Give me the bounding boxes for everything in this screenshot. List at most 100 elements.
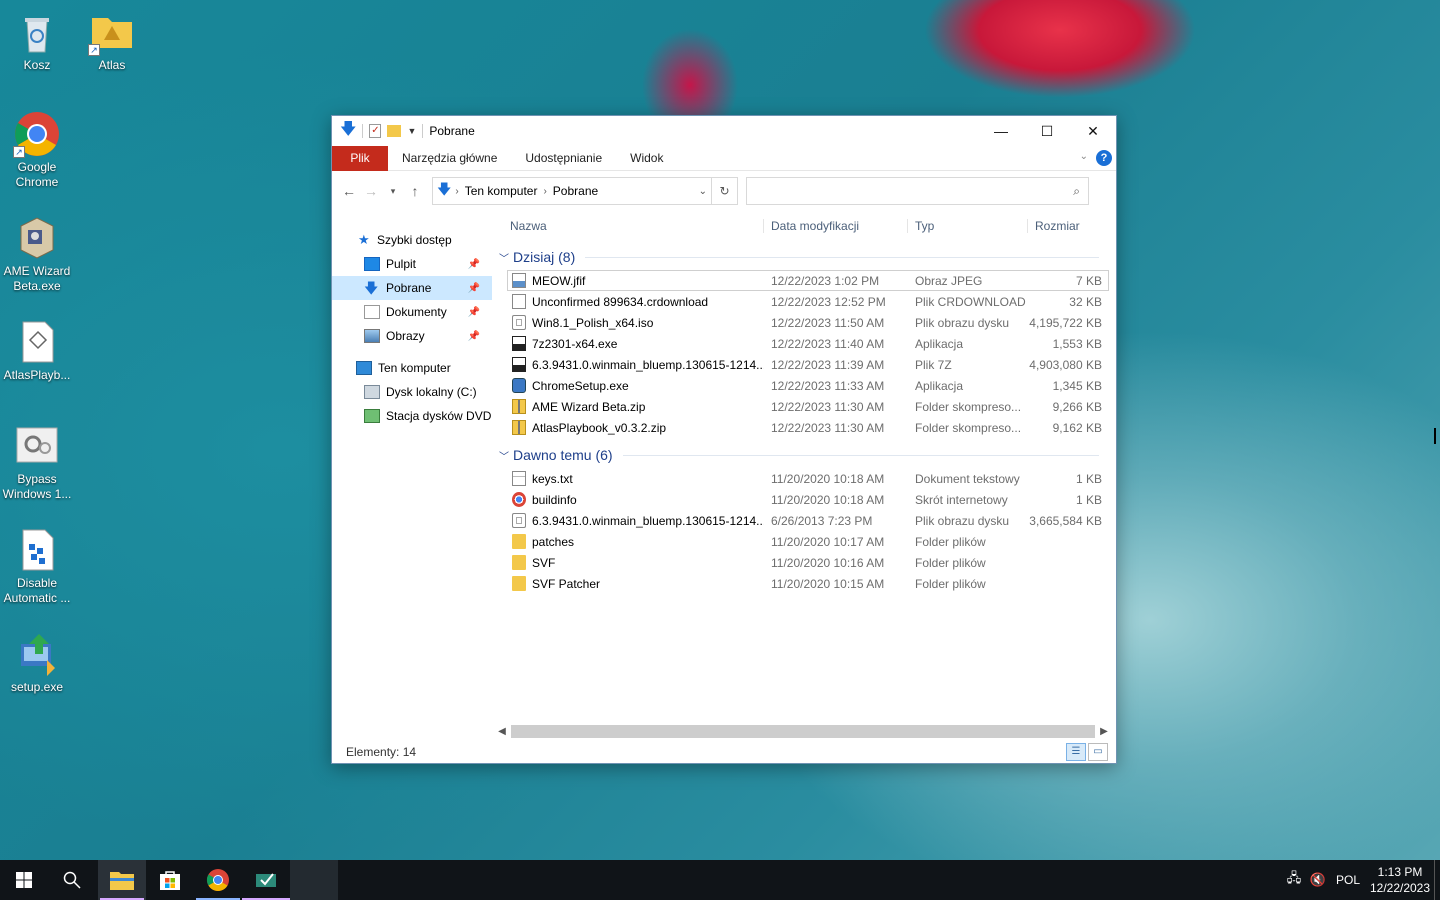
nav-item-desktop[interactable]: Pulpit 📌: [332, 252, 492, 276]
nav-item-local-disk[interactable]: Dysk lokalny (C:): [332, 380, 492, 404]
collapse-chevron-icon[interactable]: ﹀: [497, 448, 513, 463]
scrollbar-thumb[interactable]: [511, 725, 1095, 738]
file-date: 12/22/2023 11:50 AM: [771, 315, 885, 330]
pin-icon[interactable]: 📌: [468, 331, 480, 342]
forward-button[interactable]: →: [360, 183, 382, 199]
collapse-chevron-icon[interactable]: ﹀: [497, 250, 513, 265]
address-bar[interactable]: 🡇 › Ten komputer › Pobrane ⌄: [432, 177, 712, 205]
ame-wizard-icon: [13, 214, 61, 262]
file-row[interactable]: 7z2301-x64.exe 12/22/2023 11:40 AM Aplikac…: [507, 333, 1109, 354]
scroll-left-icon[interactable]: ◀: [497, 726, 507, 737]
column-header-name[interactable]: Nazwa: [497, 219, 763, 233]
nav-quick-access[interactable]: ★ Szybki dostęp: [332, 228, 492, 252]
properties-icon[interactable]: ✓: [369, 124, 382, 138]
file-row[interactable]: 6.3.9431.0.winmain_bluemp.130615-1214...…: [507, 510, 1109, 531]
close-button[interactable]: ✕: [1070, 116, 1116, 146]
tab-share[interactable]: Udostępnianie: [511, 146, 616, 171]
file-date: 12/22/2023 11:40 AM: [771, 336, 885, 351]
file-size: 32 KB: [1069, 294, 1102, 309]
taskbar-store[interactable]: [146, 860, 194, 900]
clock[interactable]: 1:13 PM 12/22/2023: [1366, 864, 1434, 896]
file-size: 3,665,584 KB: [1029, 513, 1102, 528]
large-icons-view-button[interactable]: ▭: [1088, 743, 1108, 761]
group-header[interactable]: ﹀ Dzisiaj (8): [497, 244, 1109, 270]
file-row[interactable]: ChromeSetup.exe 12/22/2023 11:33 AM Aplika…: [507, 375, 1109, 396]
back-button[interactable]: ←: [338, 183, 360, 199]
file-row[interactable]: Unconfirmed 899634.crdownload 12/22/2023 …: [507, 291, 1109, 312]
file-row[interactable]: AME Wizard Beta.zip 12/22/2023 11:30 AM Fo…: [507, 396, 1109, 417]
tab-view[interactable]: Widok: [616, 146, 677, 171]
file-groups: ﹀ Dzisiaj (8) MEOW.jfif 12/22/2023 1:02 PM O…: [497, 244, 1109, 594]
pin-icon[interactable]: 📌: [468, 283, 480, 294]
horizontal-scrollbar[interactable]: ◀ ▶: [497, 723, 1109, 740]
desktop-icon-bypass[interactable]: Bypass Windows 1...: [0, 422, 74, 502]
network-icon[interactable]: 🖧: [1282, 869, 1306, 891]
nav-this-pc[interactable]: Ten komputer: [332, 356, 492, 380]
desktop-icon-atlas-playbook[interactable]: AtlasPlayb...: [0, 318, 74, 383]
file-row[interactable]: MEOW.jfif 12/22/2023 1:02 PM Obraz JPEG 7 K…: [507, 270, 1109, 291]
up-button[interactable]: ↑: [404, 183, 426, 199]
customize-qa-chevron-icon[interactable]: ▼: [407, 126, 416, 136]
file-row[interactable]: keys.txt 11/20/2020 10:18 AM Dokument teks…: [507, 468, 1109, 489]
minimize-button[interactable]: —: [978, 116, 1024, 146]
file-name-cell: AtlasPlaybook_v0.3.2.zip: [508, 420, 764, 435]
refresh-button[interactable]: ↻: [712, 177, 738, 205]
recent-locations-chevron-icon[interactable]: ▾: [382, 186, 404, 197]
file-type: Dokument tekstowy: [915, 471, 1020, 486]
file-row[interactable]: Win8.1_Polish_x64.iso 12/22/2023 11:50 AM…: [507, 312, 1109, 333]
file-row[interactable]: patches 11/20/2020 10:17 AM Folder plików: [507, 531, 1109, 552]
file-type: Folder plików: [915, 534, 986, 549]
file-row[interactable]: AtlasPlaybook_v0.3.2.zip 12/22/2023 11:30…: [507, 417, 1109, 438]
volume-muted-icon[interactable]: 🔇: [1306, 872, 1330, 888]
maximize-button[interactable]: ☐: [1024, 116, 1070, 146]
search-input[interactable]: ⌕: [746, 177, 1089, 205]
file-name: 6.3.9431.0.winmain_bluemp.130615-1214...: [532, 357, 764, 372]
desktop-icon-recycle-bin[interactable]: Kosz: [0, 8, 74, 73]
file-date: 11/20/2020 10:18 AM: [771, 492, 885, 507]
new-folder-icon[interactable]: [387, 125, 402, 137]
desktop-icon-atlas[interactable]: ↗ Atlas: [75, 8, 149, 73]
help-button[interactable]: ?: [1096, 150, 1112, 166]
details-view-button[interactable]: ☰: [1066, 743, 1086, 761]
file-row[interactable]: SVF Patcher 11/20/2020 10:15 AM Folder pli…: [507, 573, 1109, 594]
file-row[interactable]: SVF 11/20/2020 10:16 AM Folder plików: [507, 552, 1109, 573]
file-name-cell: SVF Patcher: [508, 576, 764, 591]
pin-icon[interactable]: 📌: [468, 307, 480, 318]
column-header-type[interactable]: Typ: [907, 219, 1027, 233]
column-header-date[interactable]: Data modyfikacji: [763, 219, 907, 233]
desktop-icon-google-chrome[interactable]: ↗ Google Chrome: [0, 110, 74, 190]
start-button[interactable]: [0, 860, 48, 900]
breadcrumb-downloads[interactable]: Pobrane: [553, 184, 598, 198]
file-name: AME Wizard Beta.zip: [532, 399, 646, 414]
file-size: 9,266 KB: [1052, 399, 1102, 414]
desktop-icon-setup[interactable]: setup.exe: [0, 630, 74, 695]
group-header[interactable]: ﹀ Dawno temu (6): [497, 442, 1109, 468]
scroll-right-icon[interactable]: ▶: [1099, 726, 1109, 737]
nav-item-pictures[interactable]: Obrazy 📌: [332, 324, 492, 348]
folder-icon: ↗: [88, 8, 136, 56]
file-date: 6/26/2013 7:23 PM: [771, 513, 873, 528]
download-arrow-icon[interactable]: 🡇: [340, 118, 356, 145]
show-desktop-button[interactable]: [1434, 860, 1440, 900]
column-header-size[interactable]: Rozmiar: [1027, 219, 1107, 233]
tab-file[interactable]: Plik: [332, 145, 388, 171]
search-button[interactable]: [48, 860, 96, 900]
file-row[interactable]: buildinfo 11/20/2020 10:18 AM Skrót intern…: [507, 489, 1109, 510]
image-file-icon: [512, 273, 526, 288]
file-row[interactable]: 6.3.9431.0.winmain_bluemp.130615-1214...…: [507, 354, 1109, 375]
address-dropdown-icon[interactable]: ⌄: [699, 186, 707, 197]
taskbar-ame-wizard[interactable]: [242, 860, 290, 900]
nav-item-downloads[interactable]: 🡇 Pobrane 📌: [332, 276, 492, 300]
taskbar-file-explorer[interactable]: [98, 860, 146, 900]
desktop-icon-ame-wizard[interactable]: AME Wizard Beta.exe: [0, 214, 74, 294]
breadcrumb-this-pc[interactable]: Ten komputer: [465, 184, 538, 198]
language-indicator[interactable]: POL: [1330, 873, 1366, 887]
nav-item-dvd-drive[interactable]: Stacja dysków DVD: [332, 404, 492, 428]
expand-ribbon-chevron-icon[interactable]: ⌄: [1080, 151, 1088, 162]
pin-icon[interactable]: 📌: [468, 259, 480, 270]
taskbar-chrome[interactable]: [194, 860, 242, 900]
nav-item-documents[interactable]: Dokumenty 📌: [332, 300, 492, 324]
disc-image-icon: [512, 315, 526, 330]
desktop-icon-disable-automatic[interactable]: Disable Automatic ...: [0, 526, 74, 606]
tab-home[interactable]: Narzędzia główne: [388, 146, 511, 171]
